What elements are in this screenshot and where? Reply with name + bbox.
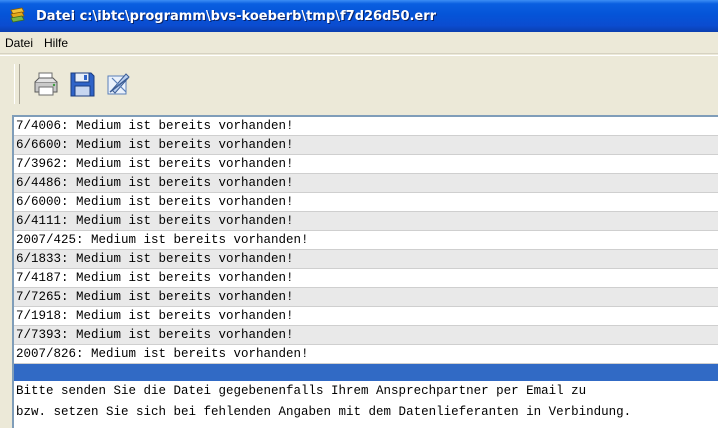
info-line: bzw. setzen Sie sich bei fehlenden Angab… xyxy=(16,405,632,419)
printer-icon xyxy=(34,72,58,95)
menu-datei[interactable]: Datei xyxy=(0,36,39,50)
log-row[interactable]: 7/4006: Medium ist bereits vorhanden! xyxy=(14,117,718,136)
save-disk-icon xyxy=(70,72,95,96)
print-button[interactable] xyxy=(32,69,60,99)
selected-row[interactable] xyxy=(14,364,718,381)
log-row[interactable]: 7/7393: Medium ist bereits vorhanden! xyxy=(14,326,718,345)
log-row[interactable]: 2007/425: Medium ist bereits vorhanden! xyxy=(14,231,718,250)
log-row[interactable]: 7/7265: Medium ist bereits vorhanden! xyxy=(14,288,718,307)
edit-button[interactable] xyxy=(104,69,132,99)
save-button[interactable] xyxy=(68,69,96,99)
app-icon xyxy=(10,7,25,23)
log-row[interactable]: 6/6000: Medium ist bereits vorhanden! xyxy=(14,193,718,212)
window-title: Datei c:\ibtc\programm\bvs-koeberb\tmp\f… xyxy=(36,8,437,24)
log-row[interactable]: 7/1918: Medium ist bereits vorhanden! xyxy=(14,307,718,326)
edit-delete-icon xyxy=(107,72,130,94)
log-row[interactable]: 6/6600: Medium ist bereits vorhanden! xyxy=(14,136,718,155)
log-list: 7/4006: Medium ist bereits vorhanden! 6/… xyxy=(14,117,718,364)
log-row[interactable]: 6/1833: Medium ist bereits vorhanden! xyxy=(14,250,718,269)
log-row[interactable]: 2007/826: Medium ist bereits vorhanden! xyxy=(14,345,718,364)
log-row[interactable]: 6/4111: Medium ist bereits vorhanden! xyxy=(14,212,718,231)
log-row[interactable]: 6/4486: Medium ist bereits vorhanden! xyxy=(14,174,718,193)
log-row[interactable]: 7/4187: Medium ist bereits vorhanden! xyxy=(14,269,718,288)
menu-bar: Datei Hilfe xyxy=(0,32,718,54)
log-view[interactable]: 7/4006: Medium ist bereits vorhanden! 6/… xyxy=(12,115,718,428)
title-bar[interactable]: Datei c:\ibtc\programm\bvs-koeberb\tmp\f… xyxy=(0,0,718,32)
menu-hilfe[interactable]: Hilfe xyxy=(39,36,74,50)
log-row[interactable]: 7/3962: Medium ist bereits vorhanden! xyxy=(14,155,718,174)
toolbar xyxy=(0,55,718,111)
info-line: Bitte senden Sie die Datei gegebenenfall… xyxy=(16,384,587,398)
toolbar-grip[interactable] xyxy=(14,63,20,104)
